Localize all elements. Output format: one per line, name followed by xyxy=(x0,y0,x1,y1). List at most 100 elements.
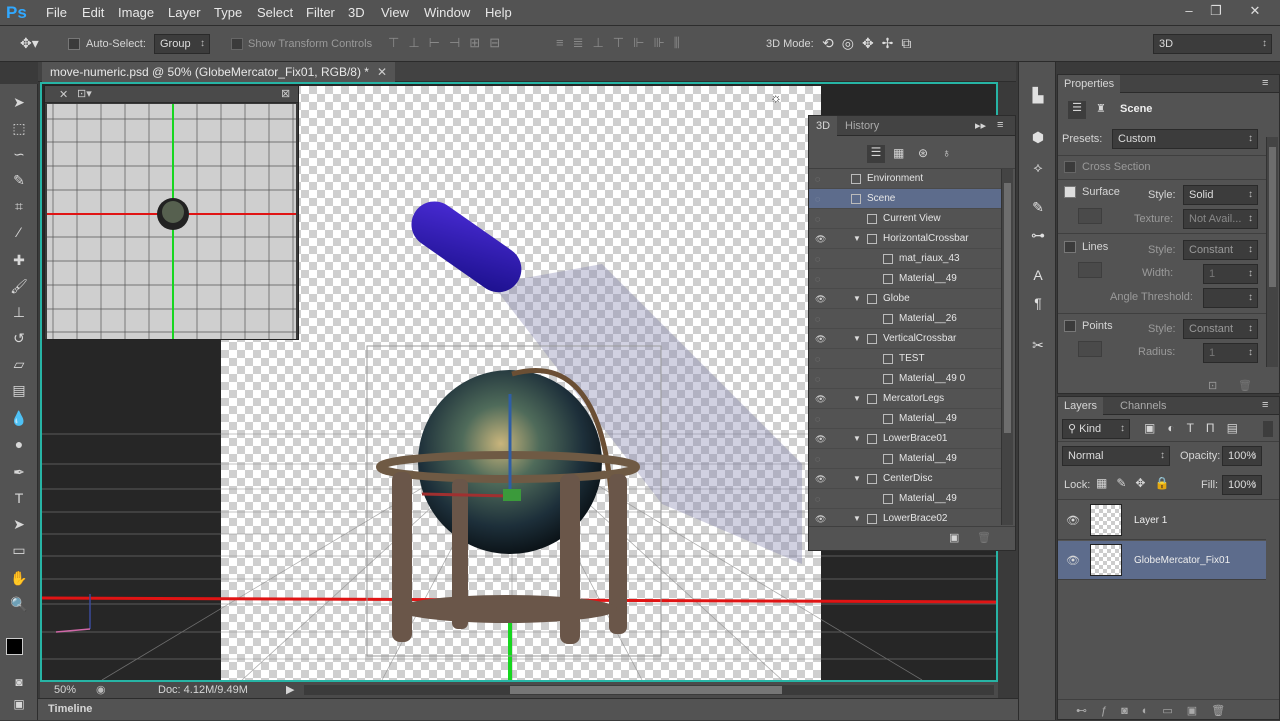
move-tool-icon[interactable]: ➤ xyxy=(8,92,30,112)
eyedropper-tool-icon[interactable]: ⁄ xyxy=(8,222,30,242)
3d-layer-row[interactable]: 👁 ▼ MercatorLegs xyxy=(809,389,1001,409)
3d-layer-row[interactable]: 👁 ▼ VerticalCrossbar xyxy=(809,329,1001,349)
menu-edit[interactable]: Edit xyxy=(82,0,104,26)
timeline-panel-tab[interactable]: Timeline xyxy=(38,698,1018,720)
layer-action-icons[interactable]: ⊷ƒ◙◐▭▣🗑 xyxy=(1076,704,1239,717)
restore-button[interactable]: ❐ xyxy=(1203,1,1229,21)
visibility-eye-icon[interactable]: 👁 xyxy=(815,289,829,309)
expand-triangle-icon[interactable]: ▼ xyxy=(853,289,861,309)
fill-field[interactable]: 100% xyxy=(1222,475,1262,495)
view-menu-icon[interactable]: ⊡▾ xyxy=(77,87,92,100)
3d-layer-row[interactable]: 👁 ▼ Globe xyxy=(809,289,1001,309)
3d-layer-row[interactable]: ◌ Material__49 xyxy=(809,489,1001,509)
gizmo-x-axis[interactable] xyxy=(421,492,511,498)
3d-layer-row[interactable]: ◌ Material__26 xyxy=(809,309,1001,329)
auto-select-checkbox[interactable] xyxy=(68,38,80,50)
distribute-icons[interactable]: ≡≣⊥⊤⊩⊪⫼ xyxy=(556,35,689,51)
menu-file[interactable]: File xyxy=(46,0,67,26)
tab-layers[interactable]: Layers xyxy=(1058,397,1104,415)
show-transform-checkbox[interactable] xyxy=(231,38,243,50)
quick-select-tool-icon[interactable]: ✎ xyxy=(8,170,30,190)
presets-dropdown[interactable]: Custom xyxy=(1112,129,1258,149)
texture-dropdown[interactable]: Not Avail... xyxy=(1183,209,1258,229)
blur-tool-icon[interactable]: 💧 xyxy=(8,408,30,428)
close-view-icon[interactable]: ✕ xyxy=(59,88,68,101)
menu-3d[interactable]: 3D xyxy=(348,0,365,26)
cross-section-checkbox[interactable] xyxy=(1064,161,1076,173)
visibility-eye-icon[interactable]: ◌ xyxy=(815,309,829,329)
menu-filter[interactable]: Filter xyxy=(306,0,335,26)
3d-mode-icons[interactable]: ⟲◎✥✢⧉ xyxy=(822,35,919,52)
visibility-eye-icon[interactable]: ◌ xyxy=(815,409,829,429)
3d-layer-row[interactable]: ◌ mat_riaux_43 xyxy=(809,249,1001,269)
align-icons[interactable]: ⊤⊥⊢⊣⊞⊟ xyxy=(388,35,509,51)
delete-object-icon[interactable]: 🗑 xyxy=(977,531,991,544)
menu-view[interactable]: View xyxy=(381,0,409,26)
lines-color-swatch[interactable] xyxy=(1078,262,1102,278)
3d-layer-row[interactable]: ◌ Material__49 xyxy=(809,449,1001,469)
visibility-eye-icon[interactable]: ◌ xyxy=(815,369,829,389)
visibility-eye-icon[interactable]: ◌ xyxy=(815,189,829,209)
visibility-eye-icon[interactable]: 👁 xyxy=(815,509,829,525)
gradient-tool-icon[interactable]: ▤ xyxy=(8,380,30,400)
opacity-field[interactable]: 100% xyxy=(1222,446,1262,466)
layer-filter-icons[interactable]: ▣◐TΠ▤ xyxy=(1144,421,1250,435)
scene-mode-icon[interactable]: ♜ xyxy=(1096,102,1106,115)
histogram-panel-icon[interactable]: ▙ xyxy=(1027,84,1049,106)
lock-icons[interactable]: ▦✎✥🔒 xyxy=(1096,476,1178,490)
filter-toggle[interactable] xyxy=(1263,421,1273,437)
type-tool-icon[interactable]: T xyxy=(8,488,30,508)
3d-layer-row[interactable]: ◌ Material__49 xyxy=(809,409,1001,429)
expand-triangle-icon[interactable]: ▼ xyxy=(853,509,861,525)
menu-help[interactable]: Help xyxy=(485,0,512,26)
lines-style-dropdown[interactable]: Constant xyxy=(1183,240,1258,260)
visibility-eye-icon[interactable]: ◌ xyxy=(815,249,829,269)
visibility-eye-icon[interactable]: ◌ xyxy=(815,489,829,509)
3d-layer-row[interactable]: ◌ Scene xyxy=(809,189,1001,209)
tab-channels[interactable]: Channels xyxy=(1120,397,1166,415)
radius-field[interactable]: 1 xyxy=(1203,343,1258,363)
meshes-filter-icon[interactable]: ▦ xyxy=(893,146,904,160)
points-style-dropdown[interactable]: Constant xyxy=(1183,319,1258,339)
surface-checkbox[interactable] xyxy=(1064,186,1076,198)
brush-panel-icon[interactable]: ✎ xyxy=(1027,196,1049,218)
tab-history[interactable]: History xyxy=(845,116,879,136)
history-brush-icon[interactable]: ↺ xyxy=(8,328,30,348)
new-object-icon[interactable]: ▣ xyxy=(949,531,959,544)
gizmo-center[interactable] xyxy=(503,489,521,501)
tab-3d[interactable]: 3D xyxy=(809,116,837,136)
lights-filter-icon[interactable]: ♁ xyxy=(942,146,951,160)
eraser-tool-icon[interactable]: ▱ xyxy=(8,354,30,374)
width-field[interactable]: 1 xyxy=(1203,264,1258,284)
purple-cylinder[interactable] xyxy=(402,192,530,301)
visibility-eye-icon[interactable]: 👁 xyxy=(815,329,829,349)
path-select-icon[interactable]: ➤ xyxy=(8,514,30,534)
menu-window[interactable]: Window xyxy=(424,0,470,26)
angle-threshold-field[interactable] xyxy=(1203,288,1258,308)
properties-menu-icon[interactable]: ≡ xyxy=(1262,77,1268,89)
layers-menu-icon[interactable]: ≡ xyxy=(1262,399,1268,411)
visibility-eye-icon[interactable]: ◌ xyxy=(815,169,829,189)
points-checkbox[interactable] xyxy=(1064,320,1076,332)
layer-filter-kind[interactable]: ⚲ Kind xyxy=(1062,419,1130,439)
expand-triangle-icon[interactable]: ▼ xyxy=(853,329,861,349)
crop-tool-icon[interactable]: ⌗ xyxy=(8,196,30,216)
paragraph-panel-icon[interactable]: ¶ xyxy=(1027,292,1049,314)
close-tab-icon[interactable]: ✕ xyxy=(377,65,387,79)
panel-menu-icon[interactable]: ≡ xyxy=(997,119,1003,131)
foreground-color-swatch[interactable] xyxy=(6,638,23,655)
3d-layer-row[interactable]: 👁 ▼ HorizontalCrossbar xyxy=(809,229,1001,249)
dodge-tool-icon[interactable]: ● xyxy=(8,434,30,454)
close-button[interactable]: ✕ xyxy=(1240,1,1270,21)
visibility-eye-icon[interactable]: ◌ xyxy=(815,349,829,369)
blend-mode-dropdown[interactable]: Normal xyxy=(1062,446,1170,466)
properties-scrollbar[interactable] xyxy=(1266,137,1278,367)
visibility-eye-icon[interactable]: ◌ xyxy=(815,209,829,229)
layer-row[interactable]: 👁 GlobeMercator_Fix01 xyxy=(1058,541,1266,580)
scrollbar-thumb[interactable] xyxy=(510,686,782,694)
screen-mode-icon[interactable]: ▣ xyxy=(8,694,30,714)
visibility-eye-icon[interactable]: 👁 xyxy=(815,469,829,489)
visibility-eye-icon[interactable]: ◌ xyxy=(815,269,829,289)
tab-properties[interactable]: Properties xyxy=(1058,75,1121,93)
expand-triangle-icon[interactable]: ▼ xyxy=(853,469,861,489)
